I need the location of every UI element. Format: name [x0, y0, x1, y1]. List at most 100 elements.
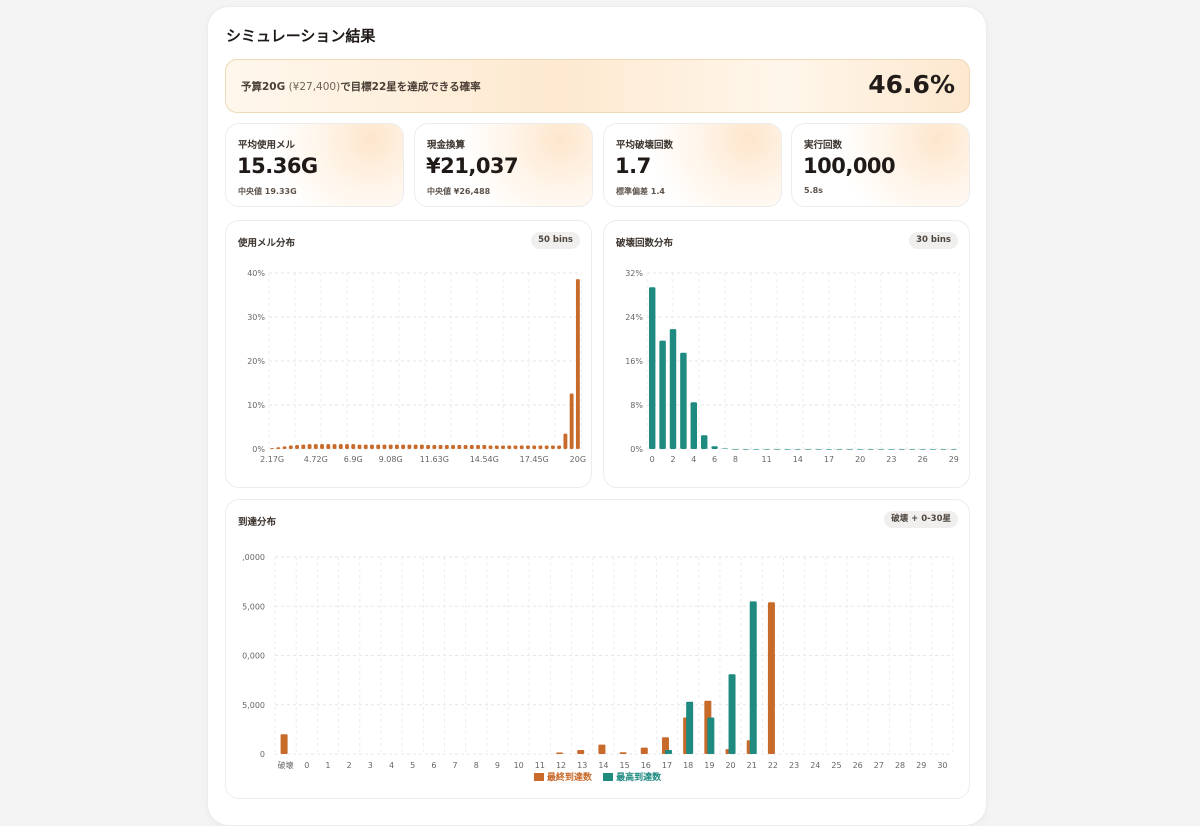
stat-value: 1.7	[615, 154, 651, 178]
bar	[898, 449, 906, 450]
x-tick-label: 0	[650, 455, 655, 464]
bar	[550, 445, 555, 449]
bar	[476, 445, 480, 449]
bar	[711, 446, 718, 449]
bar	[432, 445, 437, 449]
bar	[320, 444, 324, 449]
bar	[270, 448, 275, 449]
x-tick-label: 17	[662, 761, 672, 770]
legend-item-max[interactable]: 最高到達数	[603, 770, 661, 783]
chart-legend: 最終到達数 最高到達数	[226, 770, 969, 783]
y-tick-label: 8%	[630, 401, 643, 410]
x-tick-label: 25	[831, 761, 841, 770]
x-tick-label: 20G	[570, 455, 586, 464]
x-tick-label: 29	[949, 455, 959, 464]
mel-histogram: 0% 10% 20% 30% 40% 2.17G 4.72G 6.9G 9.08G 11.63G 1…	[247, 269, 586, 464]
x-tick-label: 16	[641, 761, 651, 770]
bar	[659, 340, 666, 449]
bar	[929, 449, 937, 450]
x-tick-label: 20	[725, 761, 735, 770]
y-tick-label: 16%	[625, 357, 643, 366]
bar	[619, 752, 627, 754]
bar	[357, 444, 362, 449]
x-tick-label: 8	[474, 761, 479, 770]
bar	[288, 445, 293, 449]
x-tick-label: 4.72G	[304, 455, 328, 464]
x-tick-label: 3	[368, 761, 373, 770]
x-tick-label: 17	[824, 455, 834, 464]
bar	[438, 445, 443, 449]
legend-swatch	[533, 773, 544, 781]
bar	[388, 444, 393, 449]
bar	[569, 393, 574, 449]
stat-card-destroy: 平均破壊回数 1.7 標準偏差 1.4	[603, 123, 782, 207]
x-tick-label: 9.08G	[379, 455, 403, 464]
bar	[669, 329, 677, 449]
x-tick-label: 14	[793, 455, 803, 464]
bar	[345, 444, 349, 449]
x-tick-label: 23	[789, 761, 799, 770]
bar	[382, 444, 387, 449]
bar	[752, 449, 760, 450]
bar	[721, 448, 729, 450]
y-tick-label: 40%	[247, 269, 265, 278]
bar	[419, 444, 424, 449]
legend-item-final[interactable]: 最終到達数	[533, 770, 592, 783]
bar	[295, 445, 300, 449]
x-tick-label: 6	[431, 761, 436, 770]
y-tick-label: 20%	[247, 357, 265, 366]
bar	[784, 449, 791, 450]
legend-label: 最終到達数	[546, 773, 592, 783]
y-tick-label: ,0000	[242, 553, 265, 562]
bar	[351, 444, 356, 449]
x-tick-label: 11	[762, 455, 772, 464]
bar	[815, 449, 822, 450]
x-tick-label: 15	[620, 761, 630, 770]
bar	[401, 444, 406, 449]
bar	[301, 444, 306, 449]
x-tick-label: 20	[855, 455, 865, 464]
x-tick-label: 18	[683, 761, 693, 770]
stat-label: 平均使用メル	[238, 140, 296, 151]
stat-card-runs: 実行回数 100,000 5.8s	[791, 123, 970, 207]
bar	[950, 449, 958, 450]
stat-label: 現金換算	[427, 140, 466, 151]
stat-sub: 標準偏差 1.4	[616, 187, 665, 196]
stat-value: 100,000	[803, 154, 896, 178]
bar	[867, 449, 874, 450]
x-tick-label: 11	[535, 761, 545, 770]
bar	[767, 602, 775, 754]
x-tick-label: 9	[495, 761, 500, 770]
bar	[538, 445, 543, 449]
bar	[394, 444, 399, 449]
stat-value: 15.36G	[237, 154, 318, 178]
stat-value: ¥21,037	[426, 154, 519, 178]
probability-banner: 予算20G (¥27,400)で目標22星を達成できる確率 46.6%	[225, 59, 970, 113]
bar	[763, 449, 770, 450]
bar	[519, 445, 524, 449]
reach-chart-card: 到達分布 破壊 + 0-30星 0 5,000 0,000 5,000,0000 破壊 0…	[225, 499, 970, 799]
bar	[563, 433, 568, 449]
y-tick-label: 0%	[630, 445, 643, 454]
bar	[482, 445, 487, 449]
bar	[742, 449, 750, 450]
bar	[507, 445, 512, 449]
stat-label: 実行回数	[804, 140, 843, 151]
destroy-chart-card: 破壊回数分布 30 bins 0% 8% 16% 24% 32% 0 2 4 6 8 11 14 17 2…	[603, 220, 970, 488]
bar	[846, 449, 854, 450]
y-tick-label: 10%	[247, 401, 265, 410]
bar	[457, 445, 462, 449]
bar	[690, 402, 698, 449]
bar	[313, 444, 318, 449]
x-tick-label: 10	[514, 761, 524, 770]
bar	[513, 445, 518, 449]
bar	[836, 449, 843, 450]
x-tick-label: 2	[670, 455, 675, 464]
y-tick-label: 0	[260, 750, 265, 759]
y-tick-label: 0%	[252, 445, 265, 454]
budget-yen: (¥27,400)	[285, 81, 341, 93]
bar	[307, 444, 312, 449]
bar	[469, 445, 474, 449]
legend-swatch	[603, 773, 614, 781]
bar	[544, 445, 549, 449]
